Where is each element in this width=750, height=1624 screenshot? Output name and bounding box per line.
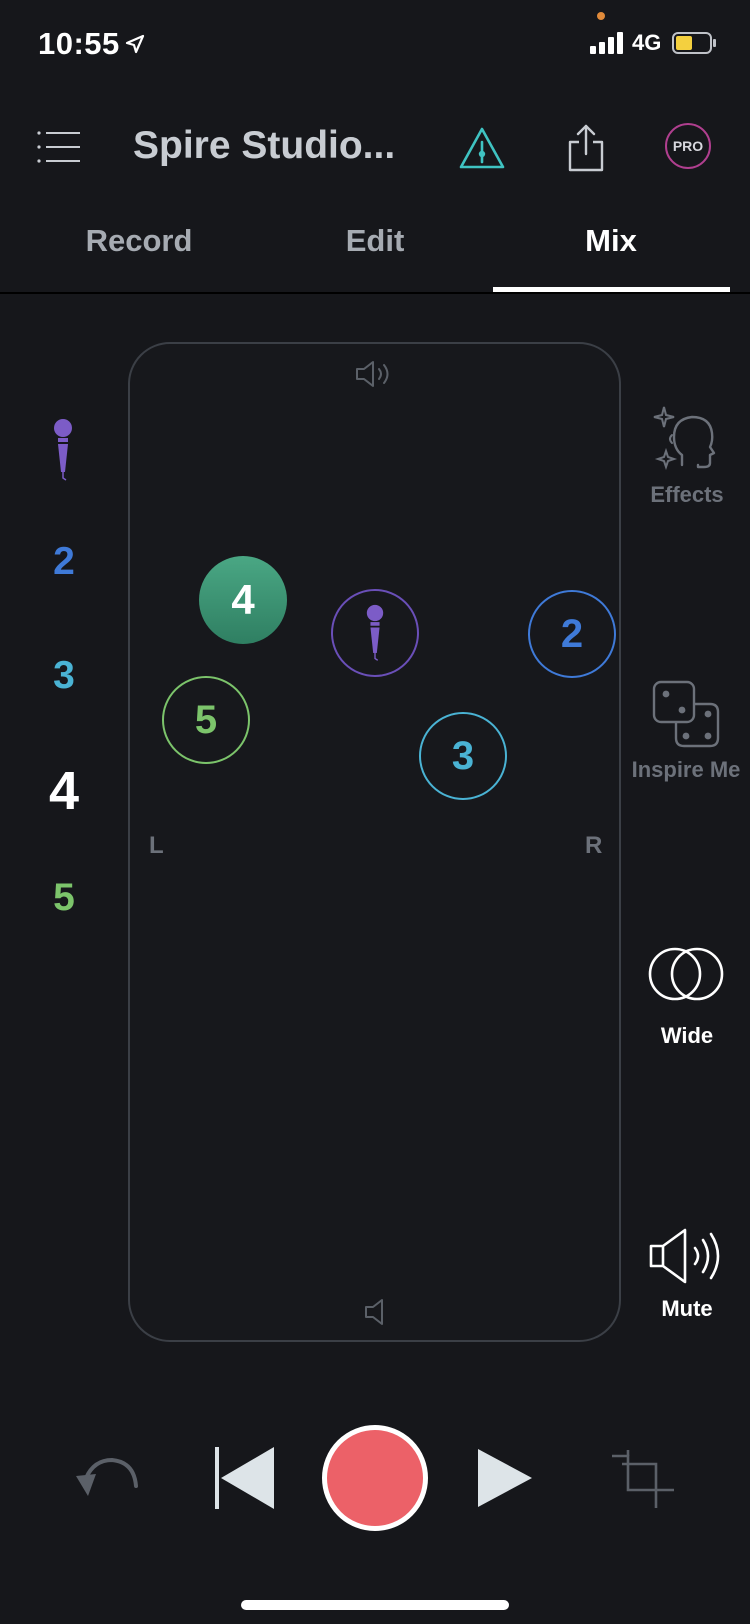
track-mic-microphone-icon[interactable]	[52, 418, 74, 482]
effects-label[interactable]: Effects	[617, 482, 750, 508]
menu-icon[interactable]	[36, 130, 82, 164]
undo-icon[interactable]	[74, 1456, 140, 1502]
wide-circles-icon[interactable]	[648, 945, 724, 1003]
project-title[interactable]: Spire Studio...	[133, 124, 395, 168]
share-icon[interactable]	[566, 124, 606, 172]
wide-label[interactable]: Wide	[617, 1023, 750, 1049]
microphone-icon	[366, 604, 384, 661]
pan-node-track-4[interactable]: 4	[199, 556, 287, 644]
track-3[interactable]: 3	[0, 654, 128, 698]
speaker-quiet-icon	[365, 1299, 383, 1325]
pan-node-track-2[interactable]: 2	[528, 590, 616, 678]
skip-back-icon[interactable]	[214, 1445, 276, 1511]
record-button[interactable]	[322, 1425, 428, 1531]
metronome-icon[interactable]	[458, 126, 506, 170]
privacy-indicator-dot	[597, 12, 605, 20]
track-2[interactable]: 2	[0, 540, 128, 584]
mute-label[interactable]: Mute	[617, 1296, 750, 1322]
pan-node-track-3[interactable]: 3	[419, 712, 507, 800]
pan-node-track-5[interactable]: 5	[162, 676, 250, 764]
inspire-me-label[interactable]: Inspire Me	[616, 757, 750, 783]
pan-right-label: R	[585, 832, 603, 859]
pan-left-label: L	[149, 832, 164, 859]
play-icon[interactable]	[476, 1447, 534, 1509]
track-5[interactable]: 5	[0, 876, 128, 920]
location-arrow-icon	[125, 34, 145, 54]
tab-record[interactable]: Record	[19, 223, 259, 259]
speaker-icon[interactable]	[649, 1226, 725, 1286]
cellular-signal-icon	[590, 32, 623, 54]
effects-face-icon[interactable]	[652, 405, 718, 473]
network-type: 4G	[632, 30, 662, 55]
tab-mix[interactable]: Mix	[491, 223, 731, 259]
track-4-selected[interactable]: 4	[0, 760, 128, 822]
home-indicator	[241, 1600, 509, 1610]
status-time: 10:55	[38, 26, 120, 61]
crop-icon[interactable]	[610, 1450, 676, 1508]
speaker-loud-icon	[356, 361, 389, 387]
dice-icon[interactable]	[652, 680, 720, 748]
pro-badge[interactable]: PRO	[665, 123, 711, 169]
tab-divider	[0, 292, 750, 294]
battery-icon	[672, 32, 716, 54]
stereo-pan-area[interactable]	[128, 342, 621, 1342]
tab-edit[interactable]: Edit	[255, 223, 495, 259]
pan-node-mic[interactable]	[331, 589, 419, 677]
